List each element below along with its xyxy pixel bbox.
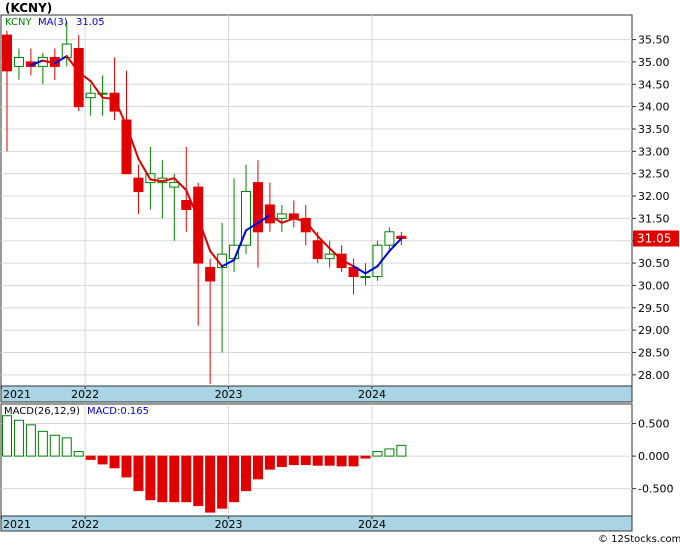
price-y-tick-label: 29.50 bbox=[638, 302, 670, 315]
chart-title: (KCNY) bbox=[5, 1, 52, 15]
price-y-tick-label: 32.00 bbox=[638, 190, 670, 203]
stock-chart: (KCNY) 28.00 28.50 29.00 29.50 30.00 30.50 31.0… bbox=[0, 1, 680, 545]
macd-x-tick-label: 2023 bbox=[215, 518, 243, 531]
macd-bar bbox=[37, 430, 48, 457]
macd-bar bbox=[97, 455, 108, 465]
macd-bar bbox=[133, 455, 144, 492]
candle-body bbox=[133, 177, 144, 193]
price-y-tick-label: 30.50 bbox=[638, 257, 670, 270]
macd-bar bbox=[252, 455, 263, 480]
macd-bar bbox=[13, 419, 24, 457]
candle-body bbox=[360, 275, 371, 278]
macd-bar bbox=[384, 448, 395, 457]
candle-body bbox=[13, 56, 24, 67]
macd-bar bbox=[229, 455, 240, 503]
price-y-tick-label: 33.00 bbox=[638, 145, 670, 158]
price-x-tick-label: 2022 bbox=[71, 388, 99, 401]
macd-bar bbox=[49, 434, 60, 457]
candle-body bbox=[181, 200, 192, 210]
macd-bar bbox=[348, 455, 359, 467]
candle-body bbox=[312, 240, 323, 260]
macd-bar bbox=[145, 455, 156, 501]
last-price-label: 31.05 bbox=[637, 231, 671, 245]
macd-bar bbox=[360, 455, 371, 459]
candle-body bbox=[169, 182, 180, 188]
price-y-tick-label: 33.50 bbox=[638, 123, 670, 136]
macd-bar bbox=[336, 455, 347, 467]
price-y-tick-label: 35.00 bbox=[638, 56, 670, 69]
macd-bar bbox=[300, 455, 311, 466]
price-x-tick-label: 2023 bbox=[215, 388, 243, 401]
price-y-tick-label: 29.00 bbox=[638, 324, 670, 337]
price-legend-ma-value: 31.05 bbox=[76, 17, 105, 28]
macd-bar bbox=[181, 455, 192, 503]
macd-legend-label: MACD(26,12,9) bbox=[4, 406, 80, 417]
macd-bar bbox=[396, 444, 407, 457]
macd-bar bbox=[157, 455, 168, 503]
candle-body bbox=[276, 213, 287, 219]
price-y-tick-label: 31.50 bbox=[638, 212, 670, 225]
macd-bar bbox=[324, 455, 335, 466]
ma-line-segment bbox=[101, 96, 116, 101]
macd-bar bbox=[288, 455, 299, 466]
price-y-tick-label: 35.50 bbox=[638, 34, 670, 47]
macd-bar bbox=[372, 451, 383, 457]
macd-bar bbox=[264, 455, 275, 470]
macd-bar bbox=[312, 455, 323, 466]
price-y-tick-label: 28.00 bbox=[638, 369, 670, 382]
price-y-tick-label: 28.50 bbox=[638, 346, 670, 359]
price-y-tick-label: 30.00 bbox=[638, 279, 670, 292]
macd-x-tick-label: 2021 bbox=[3, 518, 31, 531]
candle-body bbox=[205, 267, 216, 282]
macd-bar bbox=[85, 455, 96, 460]
macd-bar bbox=[217, 455, 228, 509]
candle-body bbox=[264, 204, 275, 224]
price-legend-ticker: KCNY bbox=[5, 17, 32, 28]
candle-body bbox=[85, 92, 96, 99]
price-x-tick-label: 2021 bbox=[3, 388, 31, 401]
candle-body bbox=[73, 48, 84, 108]
candle-body bbox=[324, 253, 335, 260]
macd-bar bbox=[276, 455, 287, 468]
macd-y-tick-label: -0.500 bbox=[638, 483, 673, 496]
macd-bar bbox=[193, 455, 204, 507]
macd-bar bbox=[61, 437, 72, 457]
macd-x-tick-label: 2024 bbox=[358, 518, 386, 531]
macd-y-tick-label: 0.000 bbox=[638, 450, 670, 463]
macd-bar bbox=[205, 455, 216, 513]
macd-bar bbox=[73, 451, 84, 457]
candle-body bbox=[384, 231, 395, 246]
macd-legend-value: MACD:0.165 bbox=[87, 406, 149, 417]
candle-body bbox=[2, 34, 12, 72]
macd-y-tick-label: 0.500 bbox=[638, 418, 670, 431]
macd-bar bbox=[109, 455, 120, 469]
macd-bar bbox=[169, 455, 180, 503]
price-y-tick-label: 34.50 bbox=[638, 78, 670, 91]
macd-bar bbox=[121, 455, 132, 478]
macd-bar bbox=[241, 455, 251, 492]
price-legend-ma-label: MA(3) bbox=[38, 17, 68, 28]
price-x-tick-label: 2024 bbox=[358, 388, 386, 401]
price-y-tick-label: 32.50 bbox=[638, 168, 670, 181]
price-y-tick-label: 34.00 bbox=[638, 101, 670, 114]
macd-bar bbox=[2, 415, 12, 457]
watermark: © 12Stocks.com bbox=[598, 534, 680, 545]
macd-bar bbox=[25, 424, 36, 457]
macd-x-tick-label: 2022 bbox=[71, 518, 99, 531]
